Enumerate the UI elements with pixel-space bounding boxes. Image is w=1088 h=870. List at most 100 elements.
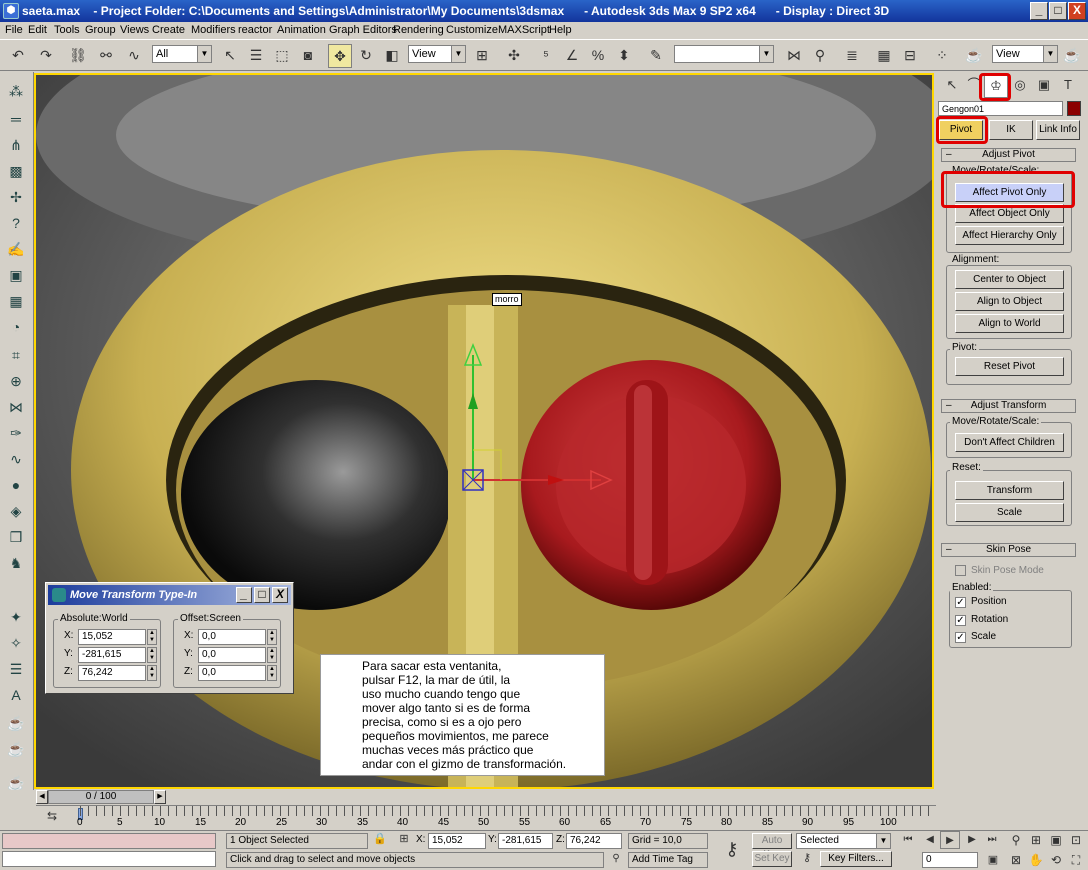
lock-icon[interactable]: 🔒 xyxy=(372,831,388,847)
tab-ik[interactable]: IK xyxy=(989,120,1033,140)
off-z-field[interactable]: 0,0 xyxy=(198,665,266,681)
adjust-pivot-rollout[interactable]: – Adjust Pivot xyxy=(941,148,1076,162)
material-editor-icon[interactable]: ⁘ xyxy=(930,44,954,68)
crop-icon[interactable]: ⌗ xyxy=(5,344,27,366)
dialog-maximize-button[interactable]: □ xyxy=(254,587,270,603)
time-config-icon[interactable]: ▣ xyxy=(984,851,1002,869)
teapot-icon[interactable]: ☕ xyxy=(5,712,27,734)
rectangular-selection-icon[interactable]: ⬚ xyxy=(270,44,294,68)
auto-key-button[interactable]: Auto Key xyxy=(752,833,792,860)
menu-create[interactable]: Create xyxy=(152,24,185,36)
zoom-all-icon[interactable]: ⊞ xyxy=(1026,831,1046,849)
tab-link-info[interactable]: Link Info xyxy=(1036,120,1080,140)
unlink-icon[interactable]: ⚯ xyxy=(94,44,118,68)
spinner-snap-icon[interactable]: ⬍ xyxy=(612,44,636,68)
menu-reactor[interactable]: reactor xyxy=(238,24,272,36)
off-z-spinner[interactable]: ▲ ▼ xyxy=(267,665,277,681)
set-key-button[interactable]: Set Key xyxy=(752,851,792,867)
time-tag-icon[interactable]: ⚲ xyxy=(608,851,624,867)
reset-transform-button[interactable]: Transform xyxy=(955,481,1064,500)
named-selection-combo[interactable]: ▼ xyxy=(674,45,774,63)
next-frame-icon[interactable]: ▶ xyxy=(962,831,982,849)
key-mode-combo[interactable]: Selected ▼ xyxy=(796,833,891,849)
go-to-end-icon[interactable]: ⏭ xyxy=(982,831,1002,849)
gauge-icon[interactable]: ◔ xyxy=(5,316,27,338)
layers-icon[interactable]: ◈ xyxy=(5,500,27,522)
snap-toggle-icon[interactable]: ⁵ xyxy=(534,44,558,68)
ruler-icon[interactable]: ═ xyxy=(5,108,27,130)
create-tab-icon[interactable]: ↖ xyxy=(940,74,964,98)
checker-icon[interactable]: ▩ xyxy=(5,160,27,182)
go-to-start-icon[interactable]: ⏮ xyxy=(898,831,918,849)
angle-snap-icon[interactable]: ∠ xyxy=(560,44,584,68)
add-time-tag-button[interactable]: Add Time Tag xyxy=(628,852,708,868)
utilities-tab-icon[interactable]: T xyxy=(1056,74,1080,98)
light-icon[interactable]: ✧ xyxy=(5,632,27,654)
redo-icon[interactable]: ↷ xyxy=(34,44,58,68)
abs-y-field[interactable]: -281,615 xyxy=(78,647,146,663)
zoom-extents-icon[interactable]: ▣ xyxy=(1046,831,1066,849)
layer-manager-icon[interactable]: ≣ xyxy=(840,44,864,68)
abs-x-field[interactable]: 15,052 xyxy=(78,629,146,645)
rotation-checkbox[interactable]: ✓ xyxy=(955,615,966,626)
reference-coordinate-combo[interactable]: View ▼ xyxy=(408,45,466,63)
menu-customize[interactable]: Customize xyxy=(446,24,498,36)
reset-pivot-button[interactable]: Reset Pivot xyxy=(955,357,1064,376)
object-name-field[interactable]: Gengon01 xyxy=(938,101,1063,116)
undo-icon[interactable]: ↶ xyxy=(6,44,30,68)
maxscript-listener-white[interactable] xyxy=(2,851,216,867)
scale-checkbox[interactable]: ✓ xyxy=(955,632,966,643)
select-and-link-icon[interactable]: ⛓ xyxy=(66,44,90,68)
time-prev-icon[interactable]: ◀ xyxy=(36,790,48,804)
render-type-combo[interactable]: View ▼ xyxy=(992,45,1058,63)
time-next-icon[interactable]: ▶ xyxy=(154,790,166,804)
menu-help[interactable]: Help xyxy=(549,24,572,36)
menu-file[interactable]: File xyxy=(5,24,23,36)
dialog-title-bar[interactable]: Move Transform Type-In _ □ X xyxy=(48,585,291,605)
render-scene-icon[interactable]: ☕ xyxy=(962,44,986,68)
absolute-mode-icon[interactable]: ⊞ xyxy=(396,831,412,847)
off-y-field[interactable]: 0,0 xyxy=(198,647,266,663)
play-icon[interactable]: ▶ xyxy=(940,831,960,849)
brush-icon[interactable]: ✑ xyxy=(5,422,27,444)
status-z-field[interactable]: 76,242 xyxy=(566,833,622,849)
target-icon[interactable]: ⊕ xyxy=(5,370,27,392)
menu-modifiers[interactable]: Modifiers xyxy=(191,24,236,36)
cube-icon[interactable]: ❒ xyxy=(5,526,27,548)
off-x-field[interactable]: 0,0 xyxy=(198,629,266,645)
grid-icon[interactable]: ▦ xyxy=(5,290,27,312)
key-icon[interactable]: ⚷ xyxy=(798,849,816,867)
center-to-object-button[interactable]: Center to Object xyxy=(955,270,1064,289)
dont-affect-children-button[interactable]: Don't Affect Children xyxy=(955,433,1064,452)
schematic-view-icon[interactable]: ⊟ xyxy=(898,44,922,68)
track-bar-icon[interactable]: ⇆ xyxy=(42,806,62,826)
set-key-icon[interactable]: ⚷ xyxy=(718,837,746,861)
menu-maxscript[interactable]: MAXScript xyxy=(498,24,550,36)
orbit-icon[interactable]: ⟲ xyxy=(1046,851,1066,869)
select-and-rotate-icon[interactable]: ↻ xyxy=(354,44,378,68)
hierarchy-icon[interactable]: ⋔ xyxy=(5,134,27,156)
align-to-world-button[interactable]: Align to World xyxy=(955,314,1064,333)
selection-filter-combo[interactable]: All ▼ xyxy=(152,45,212,63)
camera-icon[interactable]: ▣ xyxy=(5,264,27,286)
percent-snap-icon[interactable]: % xyxy=(586,44,610,68)
reset-scale-button[interactable]: Scale xyxy=(955,503,1064,522)
abs-z-field[interactable]: 76,242 xyxy=(78,665,146,681)
abs-y-spinner[interactable]: ▲ ▼ xyxy=(147,647,157,663)
pivot-center-icon[interactable]: ⊞ xyxy=(470,44,494,68)
menu-animation[interactable]: Animation xyxy=(277,24,326,36)
motion-tab-icon[interactable]: ◎ xyxy=(1008,74,1032,98)
select-and-scale-icon[interactable]: ◧ xyxy=(380,44,404,68)
object-color-swatch[interactable] xyxy=(1067,101,1081,116)
align-icon[interactable]: ⚲ xyxy=(808,44,832,68)
time-slider[interactable]: 0 / 100 xyxy=(48,790,154,804)
minimize-button[interactable]: _ xyxy=(1030,2,1048,20)
abs-z-spinner[interactable]: ▲ ▼ xyxy=(147,665,157,681)
select-and-move-icon[interactable]: ✥ xyxy=(328,44,352,68)
text-tool-icon[interactable]: A xyxy=(5,684,27,706)
window-crossing-icon[interactable]: ◙ xyxy=(296,44,320,68)
quick-render-icon[interactable]: ☕ xyxy=(1060,44,1084,68)
off-x-spinner[interactable]: ▲ ▼ xyxy=(267,629,277,645)
select-by-name-icon[interactable]: ☰ xyxy=(244,44,268,68)
sphere-icon[interactable]: ● xyxy=(5,474,27,496)
